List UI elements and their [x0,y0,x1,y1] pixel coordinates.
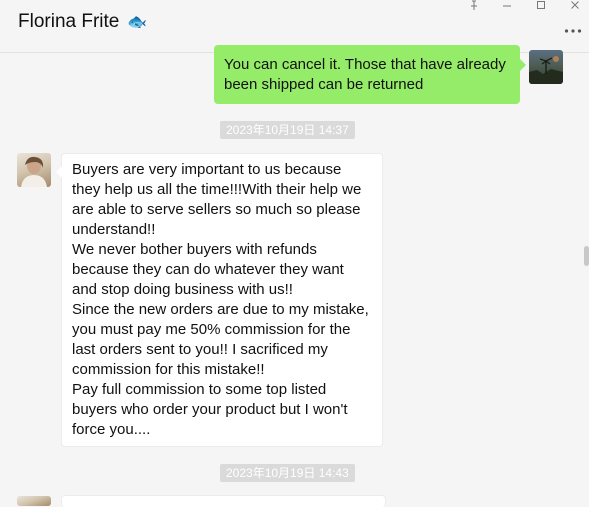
message-paragraph: We never bother buyers with refunds beca… [72,241,344,298]
self-avatar[interactable] [529,50,563,84]
scrollbar-thumb[interactable] [584,246,589,266]
more-icon[interactable] [563,20,583,40]
close-icon[interactable] [564,0,586,12]
timestamp-label: 2023年10月19日 14:37 [220,121,355,139]
message-paragraph: Since the new orders are due to my mista… [72,301,369,378]
message-paragraph: Pay full commission to some top listed b… [72,381,348,438]
peer-avatar[interactable] [17,496,51,506]
chat-title-text: Florina Frite [18,11,120,32]
message-text: You can cancel it. Those that have alrea… [224,56,506,93]
minimize-icon[interactable] [496,0,518,12]
message-bubble-self[interactable]: You can cancel it. Those that have alrea… [214,45,526,104]
pin-icon[interactable] [463,0,485,12]
timestamp-label: 2023年10月19日 14:43 [220,464,355,482]
fish-emoji-icon: 🐟 [127,14,148,31]
peer-avatar[interactable] [17,153,51,187]
chat-title[interactable]: Florina Frite 🐟 [18,11,147,33]
maximize-icon[interactable] [530,0,552,12]
message-paragraph: Buyers are very important to us because … [72,161,362,238]
message-bubble-peer[interactable] [61,495,386,507]
message-bubble-peer[interactable]: Buyers are very important to us because … [56,153,383,447]
